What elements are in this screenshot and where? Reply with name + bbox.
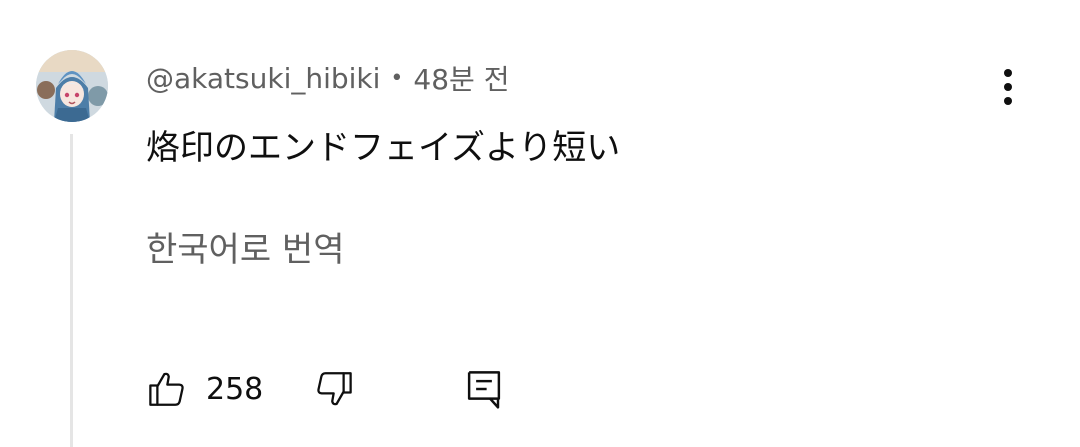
comment-header: @akatsuki_hibiki • 48분 전 bbox=[146, 58, 509, 98]
avatar-image bbox=[36, 50, 108, 122]
reply-comment-icon bbox=[468, 371, 501, 409]
thread-line bbox=[70, 134, 73, 447]
header-separator: • bbox=[390, 65, 404, 91]
more-vert-icon bbox=[1004, 69, 1012, 105]
translate-link[interactable]: 한국어로 번역 bbox=[146, 222, 345, 271]
comment-item: @akatsuki_hibiki • 48분 전 烙印のエンドフェイズより短い … bbox=[0, 0, 1080, 447]
avatar[interactable] bbox=[36, 50, 108, 122]
thumb-down-icon bbox=[317, 372, 353, 406]
author-name[interactable]: @akatsuki_hibiki bbox=[146, 62, 380, 95]
comment-actions: 258 bbox=[146, 364, 505, 414]
reply-button[interactable] bbox=[463, 366, 505, 412]
comment-text: 烙印のエンドフェイズより短い bbox=[146, 128, 621, 168]
comment-time[interactable]: 48분 전 bbox=[413, 58, 509, 98]
dislike-button[interactable] bbox=[313, 368, 355, 410]
thumb-up-icon bbox=[149, 372, 184, 406]
like-button[interactable]: 258 bbox=[146, 368, 263, 410]
like-count: 258 bbox=[206, 371, 264, 407]
comment-menu-button[interactable] bbox=[990, 64, 1026, 110]
